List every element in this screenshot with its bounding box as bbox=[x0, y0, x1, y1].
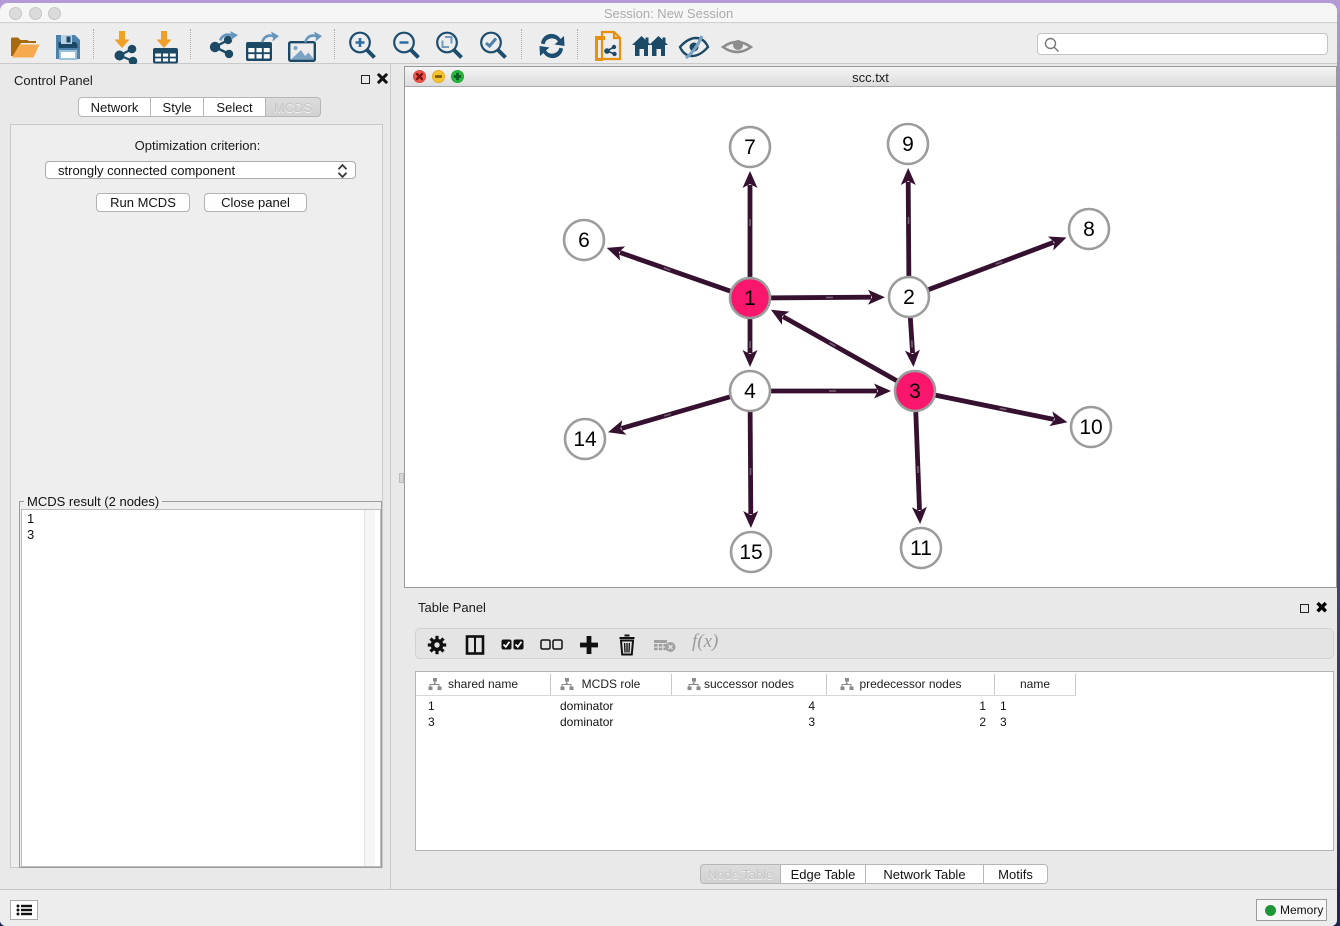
svg-text:3: 3 bbox=[909, 380, 921, 403]
svg-text:1: 1 bbox=[744, 287, 756, 310]
svg-text:2: 2 bbox=[903, 286, 915, 309]
svg-text:7: 7 bbox=[744, 136, 756, 159]
svg-text:8: 8 bbox=[1083, 218, 1095, 241]
svg-text:9: 9 bbox=[902, 133, 914, 156]
svg-text:14: 14 bbox=[573, 428, 597, 451]
svg-text:11: 11 bbox=[910, 537, 932, 560]
svg-text:6: 6 bbox=[578, 229, 590, 252]
svg-text:15: 15 bbox=[739, 541, 762, 564]
svg-text:4: 4 bbox=[744, 380, 756, 403]
svg-text:10: 10 bbox=[1079, 416, 1102, 439]
